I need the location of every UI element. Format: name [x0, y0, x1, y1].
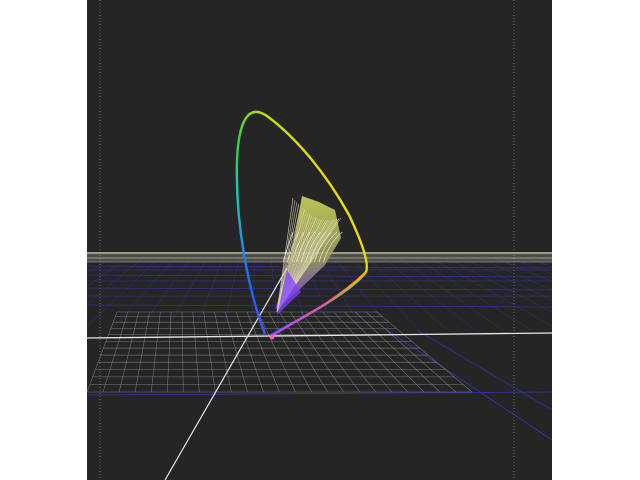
white-point-marker — [269, 334, 275, 340]
floor-grid-column — [300, 311, 360, 393]
floor-grid-column — [311, 311, 376, 393]
far-grid-diagonal — [386, 329, 552, 441]
3d-viewport[interactable] — [87, 0, 552, 480]
floor-grid-column — [355, 311, 441, 393]
far-grid-column — [382, 257, 476, 331]
floor-grid-column — [102, 311, 129, 393]
far-grid-diagonal — [416, 329, 552, 411]
floor-grid-column — [118, 311, 139, 393]
floor-grid-column — [279, 311, 328, 393]
floor-grid-column — [235, 311, 264, 393]
far-grid-column — [398, 257, 504, 331]
floor-grid-column — [365, 311, 457, 393]
floor-grid-column — [134, 311, 150, 393]
floor-grid-column — [322, 311, 392, 393]
floor-grid-column — [344, 311, 425, 393]
floor-grid-column — [181, 311, 184, 393]
far-grid-column — [222, 257, 240, 331]
far-grid-column — [166, 257, 208, 331]
far-grid — [87, 257, 552, 441]
far-grid-column — [446, 257, 552, 313]
floor-grid-column — [150, 311, 161, 393]
far-grid-row — [87, 287, 552, 291]
far-grid-column — [138, 257, 192, 331]
floor-grid-column — [166, 311, 172, 393]
floor-grid-column — [333, 311, 409, 393]
floor-grid-column — [192, 311, 200, 393]
far-grid-column — [430, 257, 552, 327]
far-grid-column — [366, 257, 448, 331]
floor-grid — [87, 311, 473, 393]
far-grid-column — [478, 257, 552, 291]
far-grid-column — [414, 257, 532, 331]
floor-grid-column — [376, 311, 473, 393]
far-grid-column — [110, 257, 176, 331]
chromaticity-scene — [87, 0, 552, 480]
depth-axis — [164, 267, 288, 480]
far-grid-column — [350, 257, 420, 331]
floor-grid-column — [203, 311, 216, 393]
floor-grid-column — [87, 311, 118, 393]
floor-grid-column — [290, 311, 344, 393]
far-grid-column — [87, 257, 144, 305]
far-grid-column — [542, 257, 552, 262]
far-grid-column — [194, 257, 224, 331]
